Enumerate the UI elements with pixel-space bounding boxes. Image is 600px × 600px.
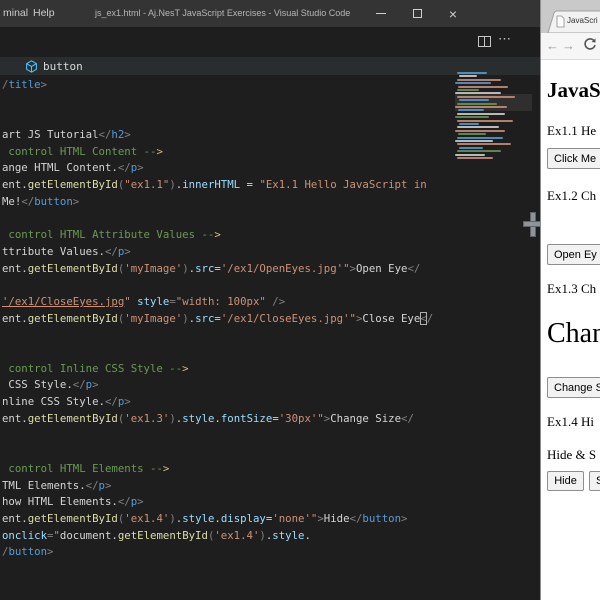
code-line: ent.getElementById('myImage').src='/ex1/… (2, 261, 532, 278)
split-editor-icon[interactable] (478, 36, 491, 47)
page-icon (557, 16, 564, 27)
close-button[interactable]: × (438, 0, 468, 27)
code-line (2, 344, 532, 361)
browser-toolbar: ← → (541, 33, 600, 60)
code-line: control HTML Elements --> (2, 461, 532, 478)
code-line: ent.getElementById('ex1.4').style.displa… (2, 511, 532, 528)
code-line: onclick="document.getElementById('ex1.4'… (2, 528, 532, 545)
ex14-text: Ex1.4 Hi (547, 414, 594, 430)
minimap[interactable] (455, 72, 532, 164)
open-eye-button[interactable]: Open Ey (547, 244, 600, 265)
minimize-icon (376, 13, 386, 14)
code-line: nline CSS Style.</p> (2, 394, 532, 411)
browser-tabstrip: JavaScri (541, 0, 600, 33)
code-line (2, 427, 532, 444)
browser-page: JavaS Ex1.1 He Click Me Ex1.2 Ch Open Ey… (541, 60, 600, 600)
window-title: js_ex1.html - Aj.NesT JavaScript Exercis… (95, 8, 345, 18)
hide-show-text: Hide & S (547, 447, 596, 463)
suggest-label: button (43, 60, 83, 73)
code-line: CSS Style.</p> (2, 377, 532, 394)
code-line (2, 94, 532, 111)
maximize-button[interactable] (402, 0, 432, 27)
vscode-window: minal Help js_ex1.html - Aj.NesT JavaScr… (0, 0, 600, 600)
more-actions-icon[interactable]: ⋯ (498, 31, 512, 47)
code-area[interactable]: /title> art JS Tutorial</h2> control HTML… (2, 77, 532, 561)
click-me-button[interactable]: Click Me (547, 148, 600, 169)
menu-terminal[interactable]: minal (3, 7, 28, 19)
minimize-button[interactable] (366, 0, 396, 27)
code-line (2, 327, 532, 344)
code-line: control Inline CSS Style --> (2, 361, 532, 378)
code-line: how HTML Elements.</p> (2, 494, 532, 511)
code-line (2, 277, 532, 294)
tab-title: JavaScri (567, 16, 598, 25)
change-size-button[interactable]: Change S (547, 377, 600, 398)
menu-help[interactable]: Help (33, 7, 55, 19)
code-line (2, 444, 532, 461)
code-line (2, 110, 532, 127)
code-line (2, 211, 532, 228)
titlebar: minal Help js_ex1.html - Aj.NesT JavaScr… (0, 0, 600, 27)
code-line: control HTML Attribute Values --> (2, 227, 532, 244)
code-line: ent.getElementById('myImage').src='/ex1/… (2, 311, 532, 328)
close-icon: × (449, 7, 457, 21)
code-line: ttribute Values.</p> (2, 244, 532, 261)
change-style-text: Chan (547, 318, 600, 350)
hide-button[interactable]: Hide (547, 471, 584, 491)
page-heading: JavaS (547, 78, 600, 103)
ex13-text: Ex1.3 Ch (547, 281, 596, 297)
code-line: control HTML Content --> (2, 144, 532, 161)
forward-icon[interactable]: → (562, 38, 575, 53)
code-line: /title> (2, 77, 532, 94)
ex12-text: Ex1.2 Ch (547, 188, 596, 204)
show-button[interactable]: S (589, 471, 600, 491)
back-icon[interactable]: ← (546, 38, 559, 53)
code-line: TML Elements.</p> (2, 478, 532, 495)
code-line: ent.getElementById('ex1.3').style.fontSi… (2, 411, 532, 428)
code-line: Me!</button> (2, 194, 532, 211)
code-line: ent.getElementById("ex1.1").innerHTML = … (2, 177, 532, 194)
symbol-cube-icon (25, 60, 38, 73)
code-line: /button> (2, 544, 532, 561)
refresh-icon[interactable] (582, 37, 598, 53)
browser-window: JavaScri ← → JavaS Ex1.1 He Click Me Ex1… (540, 0, 600, 600)
maximize-icon (413, 9, 422, 18)
code-line: ange HTML Content.</p> (2, 160, 532, 177)
code-line: '/ex1/CloseEyes.jpg" style="width: 100px… (2, 294, 532, 311)
code-line: art JS Tutorial</h2> (2, 127, 532, 144)
ex11-text: Ex1.1 He (547, 123, 596, 139)
